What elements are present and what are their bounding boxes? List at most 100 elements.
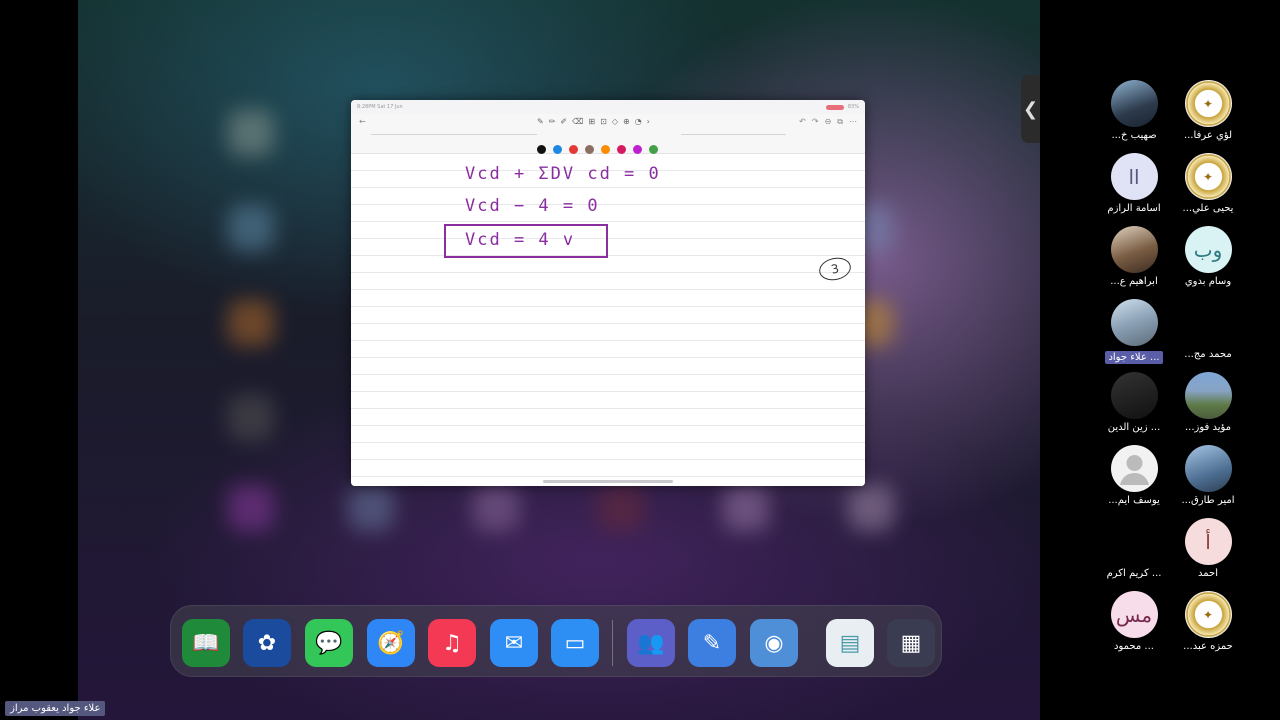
drawing-tool-icon[interactable]: ⊕ [623, 117, 630, 126]
handwritten-line-1: Vcd + ΣDV cd = 0 [465, 164, 661, 184]
blurred-app-icon [598, 485, 644, 531]
toolbar-action-icon[interactable]: ⋯ [849, 117, 857, 127]
presenter-name-tag: علاء جواد يعقوب مراز [5, 701, 106, 716]
collapse-panel-handle[interactable]: ❮ [1021, 75, 1040, 143]
avatar [1184, 445, 1232, 492]
participant-name: ...ابراهيم ع [1110, 276, 1158, 287]
avatar: مس [1110, 591, 1158, 638]
app-icon: ♫ [442, 630, 462, 656]
avatar: اا [1110, 153, 1158, 200]
circled-number: 3 [817, 254, 853, 284]
toolbar-action-icon[interactable]: ↶ [799, 117, 806, 127]
participant-name: محمود ... [1114, 641, 1154, 652]
dock-app-teams[interactable]: 👥 [627, 619, 675, 667]
drawing-tool-icon[interactable]: ✏ [549, 117, 556, 126]
dock-app-document[interactable]: ▤ [826, 619, 874, 667]
blurred-app-icon [723, 485, 769, 531]
app-icon: ✎ [702, 630, 722, 656]
dock-app-settings[interactable]: ✿ [243, 619, 291, 667]
avatar [1185, 299, 1232, 346]
color-swatch[interactable] [617, 145, 626, 154]
dock-app-files[interactable]: ▭ [551, 619, 599, 667]
battery-level: 83% [847, 104, 859, 110]
dock-app-camera-app[interactable]: ◉ [750, 619, 798, 667]
color-swatch[interactable] [537, 145, 546, 154]
color-swatch[interactable] [633, 145, 642, 154]
chevron-left-icon: ❮ [1022, 98, 1039, 120]
toolbar-actions: ↶ ↷ ⊖ ⧉ ⋯ [799, 117, 857, 127]
toolbar-action-icon[interactable]: ↷ [812, 117, 819, 127]
participant-tile[interactable]: ...يوسف ايم [1084, 445, 1184, 506]
blurred-app-icon [228, 485, 274, 531]
drawing-tool-icon[interactable]: ◇ [612, 117, 618, 126]
toolbar-divider [681, 134, 786, 135]
avatar [1110, 299, 1158, 346]
participant-tile[interactable]: مس محمود ... [1084, 591, 1184, 652]
drawing-tool-icon[interactable]: ✎ [537, 117, 544, 126]
avatar: ✦ [1184, 153, 1232, 200]
dock-app-messages[interactable]: 💬 [305, 619, 353, 667]
dock-app-notes-app[interactable]: ✎ [688, 619, 736, 667]
color-swatch[interactable] [649, 145, 658, 154]
avatar: وب [1184, 226, 1232, 273]
drawing-tool-icon[interactable]: ⊡ [600, 117, 607, 126]
drawing-tool-icon[interactable]: ⌫ [572, 117, 583, 126]
drawing-tool-icon[interactable]: ⊞ [588, 117, 595, 126]
toolbar-action-icon[interactable]: ⊖ [825, 117, 832, 127]
blurred-app-icon [228, 205, 274, 251]
dock-app-app-library[interactable]: ▦ [887, 619, 935, 667]
status-time: 8:28PM Sat 17 Jun [357, 104, 403, 110]
handwritten-line-2: Vcd − 4 = 0 [465, 196, 600, 216]
back-arrow-icon[interactable]: ← [359, 117, 366, 126]
recording-indicator [825, 104, 844, 110]
blurred-app-icon [228, 395, 274, 441]
avatar [1111, 518, 1158, 565]
color-swatch[interactable] [601, 145, 610, 154]
avatar: ✦ [1184, 80, 1232, 127]
participant-tile[interactable]: اا اسامة الرازم [1084, 153, 1184, 214]
participant-tile[interactable]: زين الدين ... [1084, 372, 1184, 433]
dock-app-safari[interactable]: 🧭 [367, 619, 415, 667]
toolbar-divider [371, 134, 537, 135]
drawing-tool-icon[interactable]: ✐ [560, 117, 567, 126]
home-indicator [543, 480, 673, 483]
avatar [1110, 372, 1158, 419]
participant-tile[interactable]: ...صهيب خ [1084, 80, 1184, 141]
participant-tile[interactable]: كريم اكرم ... [1084, 518, 1184, 579]
participant-tile[interactable]: علاء جواد ... [1084, 299, 1184, 368]
ruled-paper-canvas[interactable]: Vcd + ΣDV cd = 0 Vcd − 4 = 0 Vcd = 4 v 3 [351, 154, 865, 486]
app-icon: 📖 [192, 630, 220, 656]
avatar: أ [1184, 518, 1232, 565]
chevron-right-icon[interactable]: › [647, 117, 650, 126]
participant-name: علاء جواد ... [1105, 351, 1163, 364]
blurred-app-icon [473, 485, 519, 531]
color-palette [537, 145, 658, 154]
meeting-window: ❮ 8:28PM Sat 17 Jun 83% ← ✎ ✏ ✐ ⌫ ⊞ ⊡ ◇ ⊕ ◔ › ↶ ↷ ⊖… [0, 0, 1280, 720]
color-swatch[interactable] [553, 145, 562, 154]
notes-toolbar: ← ✎ ✏ ✐ ⌫ ⊞ ⊡ ◇ ⊕ ◔ › ↶ ↷ ⊖ ⧉ ⋯ [351, 114, 865, 154]
notes-window[interactable]: 8:28PM Sat 17 Jun 83% ← ✎ ✏ ✐ ⌫ ⊞ ⊡ ◇ ⊕ ◔ › ↶ ↷ ⊖ ⧉ ⋯… [351, 100, 865, 486]
color-swatch[interactable] [585, 145, 594, 154]
toolbar-action-icon[interactable]: ⧉ [837, 117, 843, 127]
dock-app-mail[interactable]: ✉ [490, 619, 538, 667]
app-icon: ◉ [764, 630, 784, 656]
app-icon: 🧭 [377, 630, 405, 656]
color-swatch[interactable] [569, 145, 578, 154]
drawing-tool-icon[interactable]: ◔ [635, 117, 642, 126]
app-icon: ✿ [257, 630, 277, 656]
participant-tile[interactable]: ...ابراهيم ع [1084, 226, 1184, 287]
avatar [1110, 80, 1158, 127]
blurred-app-icon [228, 300, 274, 346]
participant-name: ...صهيب خ [1111, 130, 1157, 141]
participant-name: ...يوسف ايم [1108, 495, 1160, 506]
participant-name: زين الدين ... [1107, 422, 1161, 433]
dock-app-music[interactable]: ♫ [428, 619, 476, 667]
dock-app-quran[interactable]: 📖 [182, 619, 230, 667]
app-icon: ▤ [839, 630, 861, 656]
blurred-app-icon [348, 485, 394, 531]
app-icon: ✉ [504, 630, 524, 656]
avatar [1110, 226, 1158, 273]
speaking-highlight: علاء جواد ... [1084, 349, 1184, 368]
avatar [1110, 445, 1158, 492]
participant-name: كريم اكرم ... [1106, 568, 1162, 579]
